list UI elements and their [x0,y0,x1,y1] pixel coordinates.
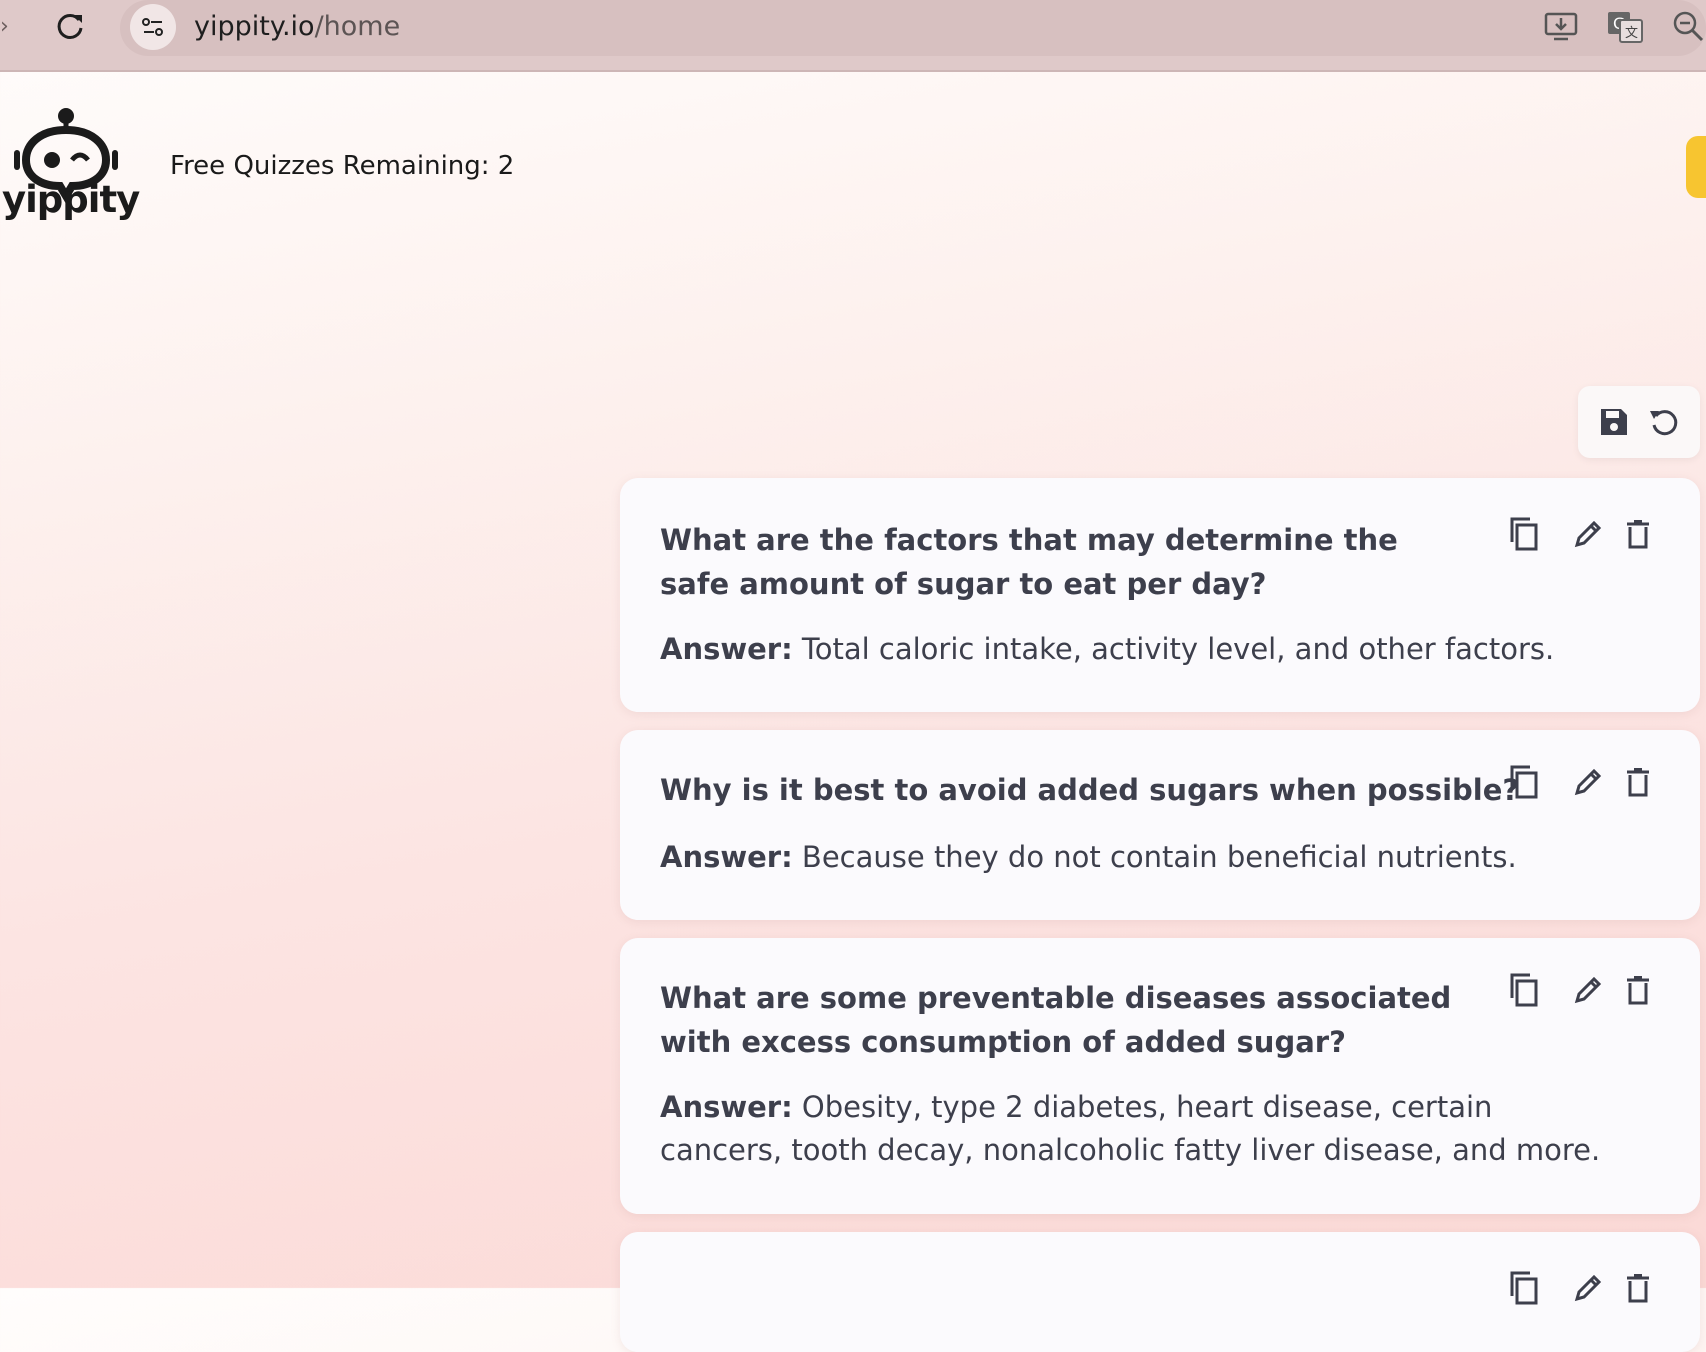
card-actions [1504,1268,1674,1308]
answer-label: Answer: [660,1090,793,1124]
translate-icon[interactable]: G 文 [1604,6,1646,48]
site-info-icon[interactable] [130,4,176,50]
pencil-icon [1574,520,1602,548]
zoom-icon[interactable] [1668,6,1706,48]
upgrade-button[interactable] [1686,136,1706,198]
reload-icon[interactable] [50,6,90,46]
card-actions [1504,970,1674,1010]
pencil-icon [1574,768,1602,796]
free-quizzes-remaining: Free Quizzes Remaining: 2 [170,151,515,181]
svg-text:文: 文 [1625,26,1638,41]
copy-icon [1510,517,1538,551]
copy-icon [1510,973,1538,1007]
logo-text: yippity [2,178,140,221]
edit-button[interactable] [1568,514,1608,554]
forward-icon[interactable]: › [0,14,9,39]
trash-icon [1627,768,1649,797]
quiz-toolbar [1578,386,1700,458]
answer-text: Answer: Total caloric intake, activity l… [660,628,1660,671]
answer-label: Answer: [660,632,793,666]
delete-button[interactable] [1618,514,1658,554]
trash-icon [1627,1274,1649,1303]
trash-icon [1627,520,1649,549]
copy-button[interactable] [1504,514,1544,554]
question-card: What are some preventable diseases assoc… [620,938,1700,1214]
edit-button[interactable] [1568,762,1608,802]
delete-button[interactable] [1618,762,1658,802]
copy-button[interactable] [1504,1268,1544,1308]
trash-icon [1627,976,1649,1005]
answer-label: Answer: [660,840,793,874]
save-button[interactable] [1594,402,1634,442]
reset-icon [1650,410,1678,436]
pencil-icon [1574,976,1602,1004]
question-card [620,1232,1700,1352]
reset-button[interactable] [1644,402,1684,442]
copy-button[interactable] [1504,970,1544,1010]
address-bar[interactable]: yippity.io/home [120,0,1706,56]
delete-button[interactable] [1618,1268,1658,1308]
browser-toolbar: › yippity.io/home G 文 [0,0,1706,72]
answer-text: Answer: Obesity, type 2 diabetes, heart … [660,1086,1620,1172]
answer-text: Answer: Because they do not contain bene… [660,836,1660,879]
save-icon [1601,409,1627,435]
card-actions [1504,514,1674,554]
copy-button[interactable] [1504,762,1544,802]
copy-icon [1510,1271,1538,1305]
copy-icon [1510,765,1538,799]
install-app-icon[interactable] [1540,6,1582,48]
url-host: yippity.io [194,11,315,42]
answer-value: Because they do not contain beneficial n… [792,840,1517,874]
url-text: yippity.io/home [194,11,400,42]
answer-value: Obesity, type 2 diabetes, heart disease,… [660,1090,1601,1167]
question-text: What are the factors that may determine … [660,523,1398,601]
edit-button[interactable] [1568,970,1608,1010]
pencil-icon [1574,1274,1602,1302]
question-card: Why is it best to avoid added sugars whe… [620,730,1700,920]
delete-button[interactable] [1618,970,1658,1010]
question-text: Why is it best to avoid added sugars whe… [660,773,1520,807]
answer-value: Total caloric intake, activity level, an… [792,632,1555,666]
edit-button[interactable] [1568,1268,1608,1308]
question-card: What are the factors that may determine … [620,478,1700,712]
question-text: What are some preventable diseases assoc… [660,981,1452,1059]
card-actions [1504,762,1674,802]
url-path: /home [314,11,401,42]
